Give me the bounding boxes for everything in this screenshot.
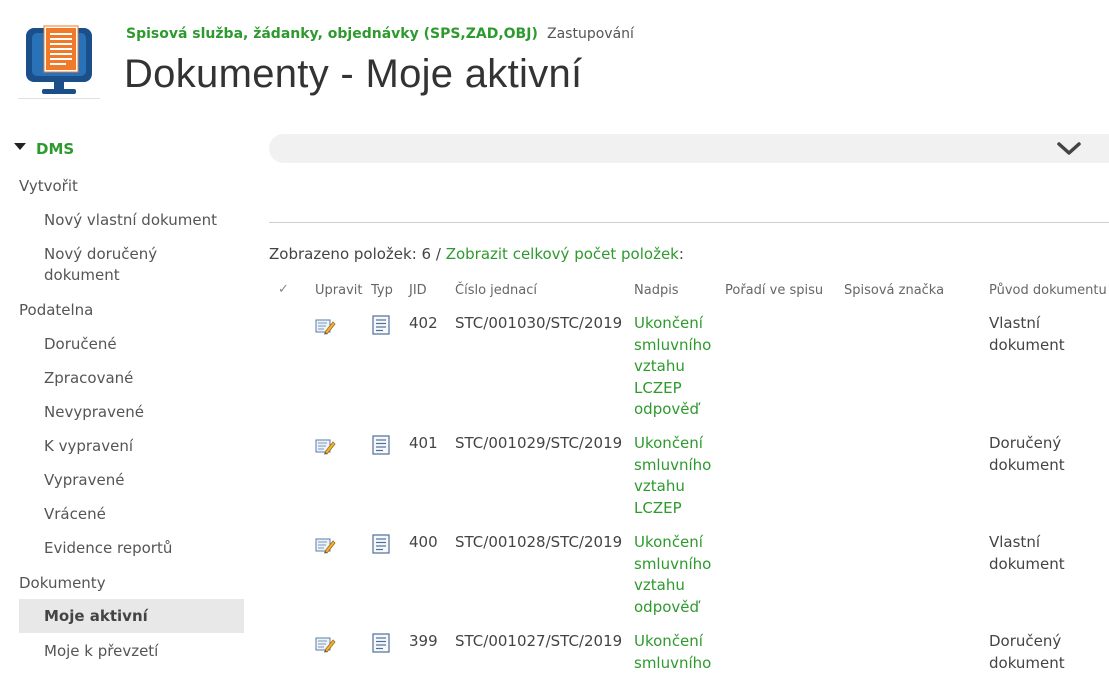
cislo-jednaci-cell: STC/001028/STC/2019 [455,533,623,551]
nadpis-link[interactable]: Ukončení smluvního [634,631,711,673]
page-title: Dokumenty - Moje aktivní [124,52,583,96]
zastupovani-link[interactable]: Zastupování [547,26,634,42]
nav-item-vytvorit[interactable]: Vytvořit [19,176,78,197]
nadpis-line: smluvního [634,335,712,354]
nadpis-line: Ukončení [634,314,703,332]
divider [269,222,1109,223]
puvod-line: dokument [989,653,1065,672]
nadpis-line: odpověď [634,400,700,418]
site-title-link[interactable]: Spisová služba, žádanky, objednávky (SPS… [126,26,538,42]
logo-divider [18,98,100,99]
puvod-dokumentu-cell: Doručený dokument [989,631,1065,673]
nadpis-line: Ukončení [634,533,703,551]
nadpis-line: odpověď [634,597,700,616]
puvod-line: Doručený [989,434,1062,452]
nadpis-line: Ukončení [634,434,703,452]
column-header-jid[interactable]: JID [409,283,427,298]
column-header-typ[interactable]: Typ [371,283,393,298]
cislo-jednaci-cell: STC/001029/STC/2019 [455,434,623,452]
nav-root-dms[interactable]: DMS [14,140,74,158]
nav-item-vracene[interactable]: Vrácené [44,504,106,525]
edit-pencil-icon[interactable] [314,534,336,554]
item-count-line: Zobrazeno položek: 6 / Zobrazit celkový … [269,245,684,263]
nadpis-line: smluvního [634,554,712,573]
column-header-cislo-jednaci[interactable]: Číslo jednací [455,283,537,298]
nav-item-moje-k-prevzeti[interactable]: Moje k převzetí [44,641,158,662]
edit-pencil-icon[interactable] [314,435,336,455]
nadpis-line: LCZEP [634,378,682,397]
jid-cell: 402 [409,314,438,332]
nadpis-link[interactable]: Ukončení smluvního vztahu odpověď [634,532,711,618]
cislo-jednaci-cell: STC/001030/STC/2019 [455,314,623,332]
document-type-icon[interactable] [370,534,392,554]
document-type-icon[interactable] [370,435,392,455]
nav-item-novy-vlastni-dokument[interactable]: Nový vlastní dokument [44,210,217,231]
nadpis-line: vztahu [634,576,685,594]
nav-item-podatelna[interactable]: Podatelna [19,300,93,321]
nav-item-dorucene[interactable]: Doručené [44,334,117,355]
edit-pencil-icon[interactable] [314,315,336,335]
nadpis-line: LCZEP [634,498,682,517]
puvod-line: dokument [989,455,1065,474]
column-header-spisova-znacka[interactable]: Spisová značka [844,283,944,298]
nav-item-moje-aktivni[interactable]: Moje aktivní [19,599,244,633]
nadpis-line: smluvního [634,653,712,672]
nadpis-line: smluvního [634,455,712,474]
puvod-dokumentu-cell: Vlastní dokument [989,313,1065,356]
chevron-down-icon[interactable] [1056,140,1082,158]
nav-item-novy-doruceny-dokument[interactable]: Nový doručený dokument [44,244,157,286]
nav-item-dokumenty[interactable]: Dokumenty [19,573,106,594]
nadpis-line: vztahu [634,477,685,495]
show-total-count-link[interactable]: Zobrazit celkový počet položek [446,245,679,263]
nav-item-nevypravene[interactable]: Nevypravené [44,402,144,423]
nadpis-line: vztahu [634,357,685,375]
puvod-dokumentu-cell: Vlastní dokument [989,532,1065,575]
jid-cell: 399 [409,632,438,650]
puvod-line: Vlastní [989,314,1040,332]
puvod-line: dokument [989,335,1065,354]
puvod-line: Vlastní [989,533,1040,551]
cislo-jednaci-cell: STC/001027/STC/2019 [455,632,623,650]
puvod-dokumentu-cell: Doručený dokument [989,433,1065,476]
nadpis-line: Ukončení [634,632,703,650]
puvod-line: dokument [989,554,1065,573]
column-header-poradi-ve-spisu[interactable]: Pořadí ve spisu [725,283,823,298]
document-type-icon[interactable] [370,315,392,335]
puvod-line: Doručený [989,632,1062,650]
document-type-icon[interactable] [370,633,392,653]
edit-pencil-icon[interactable] [314,633,336,653]
filter-bar[interactable] [269,134,1109,163]
collapse-triangle-icon[interactable] [14,142,26,150]
nadpis-link[interactable]: Ukončení smluvního vztahu LCZEP [634,433,711,519]
select-all-checkmark-icon[interactable]: ✓ [278,282,289,297]
nadpis-link[interactable]: Ukončení smluvního vztahu LCZEP odpověď [634,313,711,421]
nav-item-k-vypraveni[interactable]: K vypravení [44,436,133,457]
column-header-puvod-dokumentu[interactable]: Původ dokumentu [989,283,1107,298]
jid-cell: 401 [409,434,438,452]
jid-cell: 400 [409,533,438,551]
nav-item-evidence-reportu[interactable]: Evidence reportů [44,538,172,559]
nav-item-vypravene[interactable]: Vypravené [44,470,124,491]
nav-item-zpracovane[interactable]: Zpracované [44,368,133,389]
column-header-nadpis[interactable]: Nadpis [634,283,679,298]
site-logo-icon[interactable] [18,22,100,100]
column-header-upravit[interactable]: Upravit [315,283,362,298]
